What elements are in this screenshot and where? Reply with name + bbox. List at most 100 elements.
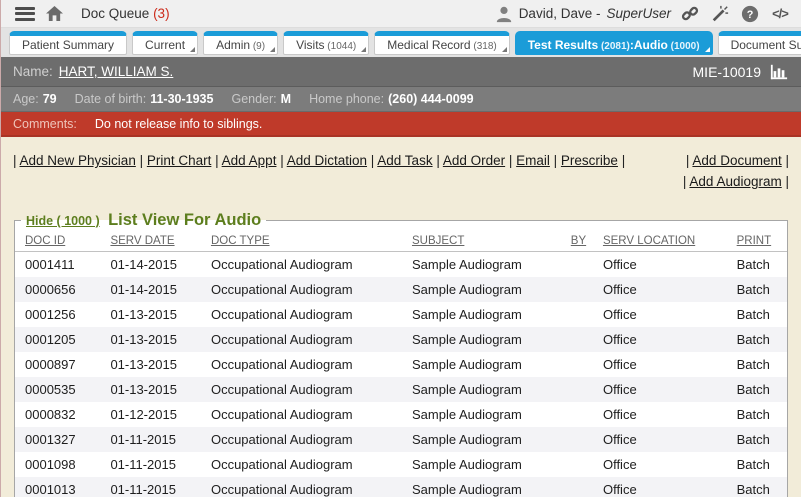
table-row[interactable]: 000141101-14-2015Occupational AudiogramS…: [15, 251, 787, 277]
cell-by: [561, 352, 593, 377]
cell-doc-id: 0000656: [15, 277, 100, 302]
user-menu[interactable]: David, Dave - SuperUser: [495, 5, 671, 23]
cell-by: [561, 251, 593, 277]
table-row[interactable]: 000089701-13-2015Occupational AudiogramS…: [15, 352, 787, 377]
cell-doc-type: Occupational Audiogram: [201, 427, 402, 452]
cell-by: [561, 377, 593, 402]
col-header-doc-id[interactable]: DOC ID: [15, 230, 100, 252]
flowsheet-chart-icon[interactable]: [769, 63, 789, 81]
email-link[interactable]: Email: [516, 153, 550, 168]
tab-label: Medical Record (318): [387, 38, 497, 52]
tab-label: Document Summary (3267): [731, 38, 801, 52]
tab-test-results[interactable]: Test Results (2081):Audio (1000): [515, 31, 713, 55]
code-icon[interactable]: </>: [769, 3, 791, 25]
cell-serv-location: Office: [593, 427, 727, 452]
tab-dropdown-arrow[interactable]: [361, 47, 366, 52]
cell-doc-id: 0001327: [15, 427, 100, 452]
cell-subject: Sample Audiogram: [402, 352, 561, 377]
add-order-link[interactable]: Add Order: [443, 153, 505, 168]
link-icon[interactable]: [679, 3, 701, 25]
table-row[interactable]: 000083201-12-2015Occupational AudiogramS…: [15, 402, 787, 427]
cell-doc-type: Occupational Audiogram: [201, 352, 402, 377]
patient-name-link[interactable]: HART, WILLIAM S.: [59, 64, 174, 79]
col-header-doc-type[interactable]: DOC TYPE: [201, 230, 402, 252]
add-dictation-link[interactable]: Add Dictation: [287, 153, 367, 168]
tab-document-summary[interactable]: Document Summary (3267): [718, 31, 801, 55]
table-row[interactable]: 000125601-13-2015Occupational AudiogramS…: [15, 302, 787, 327]
col-header-serv-location[interactable]: SERV LOCATION: [593, 230, 727, 252]
chart-id: MIE-10019: [693, 64, 761, 80]
cell-print: Batch: [727, 452, 787, 477]
doc-queue-link[interactable]: Doc Queue (3): [81, 6, 170, 21]
gender-field: Gender:M: [231, 92, 291, 106]
cell-serv-date: 01-11-2015: [100, 452, 201, 477]
add-new-physician-link[interactable]: Add New Physician: [20, 153, 136, 168]
audio-list-legend: Hide ( 1000 ) List View For Audio: [21, 211, 266, 230]
cell-serv-date: 01-12-2015: [100, 402, 201, 427]
cell-serv-location: Office: [593, 251, 727, 277]
user-name: David, Dave -: [519, 6, 601, 21]
svg-text:?: ?: [747, 9, 754, 21]
table-row[interactable]: 000132701-11-2015Occupational AudiogramS…: [15, 427, 787, 452]
tab-dropdown-arrow[interactable]: [190, 47, 195, 52]
table-row[interactable]: 000065601-14-2015Occupational AudiogramS…: [15, 277, 787, 302]
user-icon: [495, 5, 513, 23]
tab-visits[interactable]: Visits (1044): [283, 31, 369, 55]
cell-serv-date: 01-13-2015: [100, 302, 201, 327]
hide-link[interactable]: Hide ( 1000 ): [26, 214, 100, 228]
cell-subject: Sample Audiogram: [402, 277, 561, 302]
cell-doc-id: 0001256: [15, 302, 100, 327]
cell-serv-location: Office: [593, 352, 727, 377]
add-document-link[interactable]: Add Document: [692, 153, 781, 168]
home-phone-field: Home phone:(260) 444-0099: [309, 92, 474, 106]
action-line: | Add Audiogram |: [683, 172, 789, 193]
help-icon[interactable]: ?: [739, 3, 761, 25]
cell-serv-date: 01-14-2015: [100, 251, 201, 277]
col-header-by[interactable]: BY: [561, 230, 593, 252]
cell-doc-type: Occupational Audiogram: [201, 251, 402, 277]
cell-by: [561, 302, 593, 327]
tab-patient-summary[interactable]: Patient Summary: [9, 31, 127, 55]
add-task-link[interactable]: Add Task: [377, 153, 432, 168]
home-icon[interactable]: [43, 3, 65, 25]
cell-print: Batch: [727, 352, 787, 377]
wand-icon[interactable]: [709, 3, 731, 25]
table-row[interactable]: 000101301-11-2015Occupational AudiogramS…: [15, 477, 787, 497]
cell-by: [561, 452, 593, 477]
tab-label: Current: [145, 38, 185, 52]
col-header-print[interactable]: PRINT: [727, 230, 787, 252]
cell-serv-date: 01-11-2015: [100, 477, 201, 497]
tab-label: Patient Summary: [22, 38, 114, 52]
cell-doc-id: 0001098: [15, 452, 100, 477]
tab-label: Admin (9): [216, 38, 265, 52]
cell-serv-date: 01-13-2015: [100, 352, 201, 377]
tab-dropdown-arrow[interactable]: [270, 47, 275, 52]
action-links: | Add New Physician | Print Chart | Add …: [13, 151, 789, 193]
table-row[interactable]: 000109801-11-2015Occupational AudiogramS…: [15, 452, 787, 477]
tab-dropdown-arrow[interactable]: [705, 47, 710, 52]
col-header-serv-date[interactable]: SERV DATE: [100, 230, 201, 252]
cell-doc-type: Occupational Audiogram: [201, 327, 402, 352]
cell-print: Batch: [727, 327, 787, 352]
prescribe-link[interactable]: Prescribe: [561, 153, 618, 168]
cell-serv-location: Office: [593, 377, 727, 402]
tab-medical-record[interactable]: Medical Record (318): [374, 31, 510, 55]
table-header-row: DOC IDSERV DATEDOC TYPESUBJECTBYSERV LOC…: [15, 230, 787, 252]
cell-print: Batch: [727, 251, 787, 277]
tab-current[interactable]: Current: [132, 31, 198, 55]
col-header-subject[interactable]: SUBJECT: [402, 230, 561, 252]
add-audiogram-link[interactable]: Add Audiogram: [689, 174, 781, 189]
cell-print: Batch: [727, 477, 787, 497]
tab-dropdown-arrow[interactable]: [502, 47, 507, 52]
age-field: Age:79: [13, 92, 57, 106]
cell-doc-type: Occupational Audiogram: [201, 477, 402, 497]
cell-subject: Sample Audiogram: [402, 452, 561, 477]
add-appt-link[interactable]: Add Appt: [222, 153, 277, 168]
menu-icon[interactable]: [15, 7, 35, 21]
print-chart-link[interactable]: Print Chart: [147, 153, 212, 168]
cell-print: Batch: [727, 302, 787, 327]
cell-serv-location: Office: [593, 302, 727, 327]
table-row[interactable]: 000120501-13-2015Occupational AudiogramS…: [15, 327, 787, 352]
tab-admin[interactable]: Admin (9): [203, 31, 278, 55]
table-row[interactable]: 000053501-13-2015Occupational AudiogramS…: [15, 377, 787, 402]
